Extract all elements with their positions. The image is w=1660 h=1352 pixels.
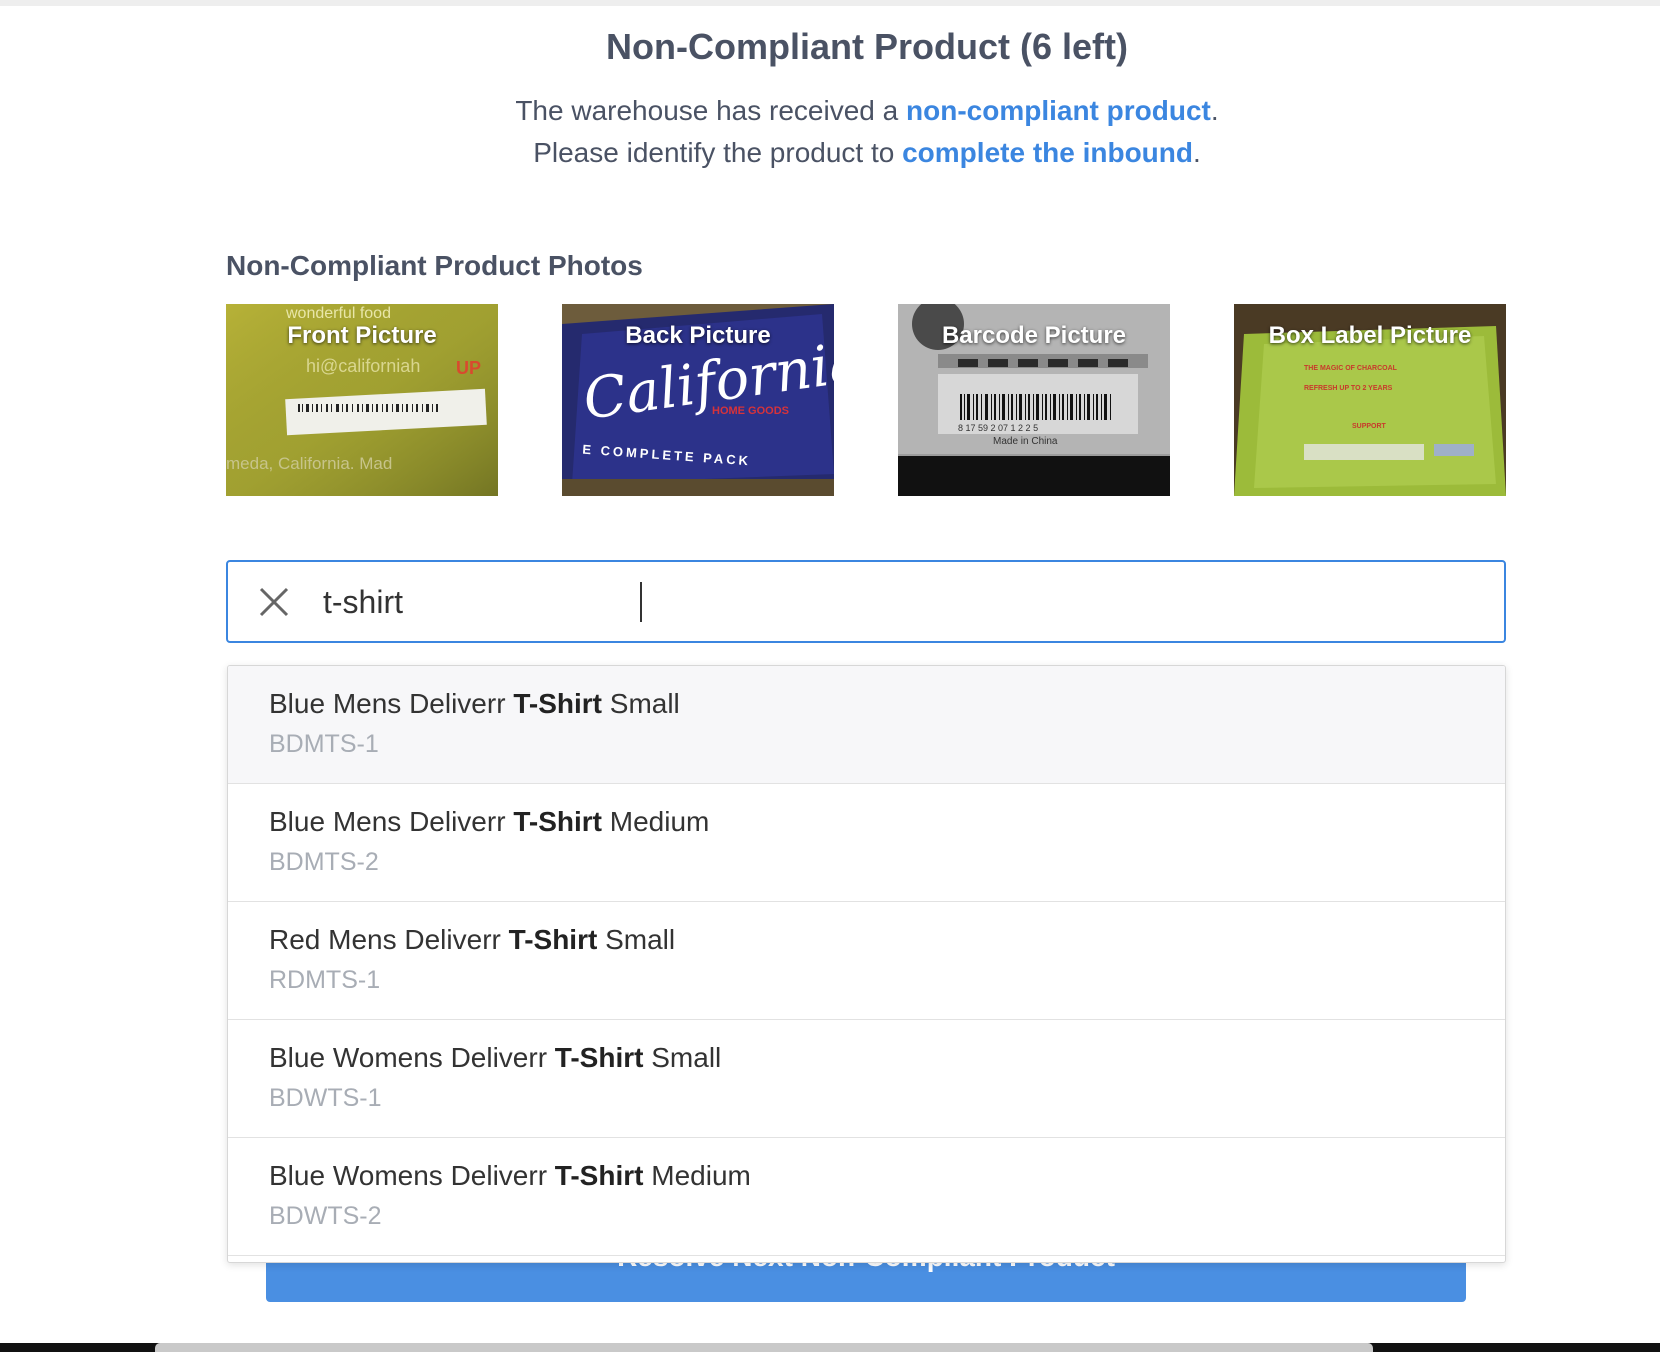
scroll-indicator [155,1343,1373,1352]
result-name-match: T-Shirt [513,688,602,719]
result-option[interactable]: Blue Mens Deliverr T-Shirt Medium BDMTS-… [228,784,1505,902]
complete-inbound-link[interactable]: complete the inbound [902,137,1193,168]
svg-text:8 17 59 2 07 1 2 2 5: 8 17 59 2 07 1 2 2 5 [958,423,1038,433]
svg-text:meda, California. Mad: meda, California. Mad [226,454,392,473]
result-sku: BDWTS-2 [269,1202,382,1230]
svg-text:wonderful food: wonderful food [285,305,391,322]
result-name-prefix: Blue Womens Deliverr [269,1042,555,1073]
result-option[interactable]: Blue Womens Deliverr T-Shirt Medium BDWT… [228,1138,1505,1256]
front-picture-label: Front Picture [287,322,437,349]
search-results-dropdown: Blue Mens Deliverr T-Shirt Small BDMTS-1… [227,665,1506,1263]
result-name-suffix: Small [597,924,676,955]
close-icon[interactable] [258,586,290,618]
photo-gallery: wonderful food UP hi@californiah meda, C… [226,304,1506,496]
result-sku: BDMTS-1 [269,730,379,758]
result-name-suffix: Small [643,1042,722,1073]
intro-line-1-suffix: . [1210,95,1219,126]
intro-line-1: The warehouse has received a non-complia… [0,90,1660,132]
result-name-match: T-Shirt [513,806,602,837]
result-name-prefix: Blue Mens Deliverr [269,688,514,719]
result-name-match: T-Shirt [554,1042,644,1073]
result-name-match: T-Shirt [508,924,598,955]
back-picture[interactable]: California HOME GOODS E COMPLETE PACK Ba… [562,304,834,496]
page-title: Non-Compliant Product (6 left) [606,26,1128,67]
svg-text:THE MAGIC OF CHARCOAL: THE MAGIC OF CHARCOAL [1304,365,1398,372]
result-name: Red Mens Deliverr T-Shirt Small [269,924,675,956]
intro-line-1-prefix: The warehouse has received a [515,95,907,126]
photos-section-label: Non-Compliant Product Photos [226,250,643,281]
box-label-picture-label: Box Label Picture [1268,322,1472,349]
result-name-suffix: Medium [643,1160,751,1191]
front-picture[interactable]: wonderful food UP hi@californiah meda, C… [226,304,498,496]
product-search-box [226,560,1506,643]
product-search-input[interactable] [323,576,1473,628]
intro-line-2-suffix: . [1193,137,1201,168]
svg-text:hi@californiah: hi@californiah [306,356,420,376]
intro-line-2: Please identify the product to complete … [0,132,1660,174]
result-sku: BDMTS-2 [269,848,379,876]
svg-text:UP: UP [456,358,481,378]
barcode-picture-label: Barcode Picture [941,322,1127,349]
back-picture-label: Back Picture [625,322,771,349]
result-name-suffix: Medium [601,806,710,837]
result-name: Blue Mens Deliverr T-Shirt Medium [269,806,709,838]
box-label-picture[interactable]: THE MAGIC OF CHARCOAL REFRESH UP TO 2 YE… [1234,304,1506,496]
svg-text:REFRESH UP TO 2 YEARS: REFRESH UP TO 2 YEARS [1304,385,1393,392]
svg-text:Made in China: Made in China [993,436,1058,447]
result-name: Blue Mens Deliverr T-Shirt Small [269,688,680,720]
result-sku: BDWTS-1 [269,1084,382,1112]
result-name-prefix: Blue Mens Deliverr [269,806,514,837]
result-name: Blue Womens Deliverr T-Shirt Small [269,1042,721,1074]
result-option[interactable]: Blue Mens Deliverr T-Shirt Small BDMTS-1 [228,666,1505,784]
result-name-match: T-Shirt [554,1160,644,1191]
result-name-prefix: Red Mens Deliverr [269,924,509,955]
svg-text:SUPPORT: SUPPORT [1352,423,1387,430]
top-divider [0,0,1660,6]
non-compliant-product-link[interactable]: non-compliant product [906,95,1211,126]
result-name-suffix: Small [601,688,680,719]
intro-line-2-prefix: Please identify the product to [533,137,903,168]
result-option[interactable]: Blue Womens Deliverr T-Shirt Small BDWTS… [228,1020,1505,1138]
text-cursor [640,582,642,622]
svg-text:HOME GOODS: HOME GOODS [712,405,789,417]
result-sku: RDMTS-1 [269,966,381,994]
result-name: Blue Womens Deliverr T-Shirt Medium [269,1160,751,1192]
barcode-picture[interactable]: 8 17 59 2 07 1 2 2 5 Made in China Barco… [898,304,1170,496]
result-name-prefix: Blue Womens Deliverr [269,1160,555,1191]
result-option[interactable]: Red Mens Deliverr T-Shirt Small RDMTS-1 [228,902,1505,1020]
intro-text: The warehouse has received a non-complia… [0,90,1660,174]
